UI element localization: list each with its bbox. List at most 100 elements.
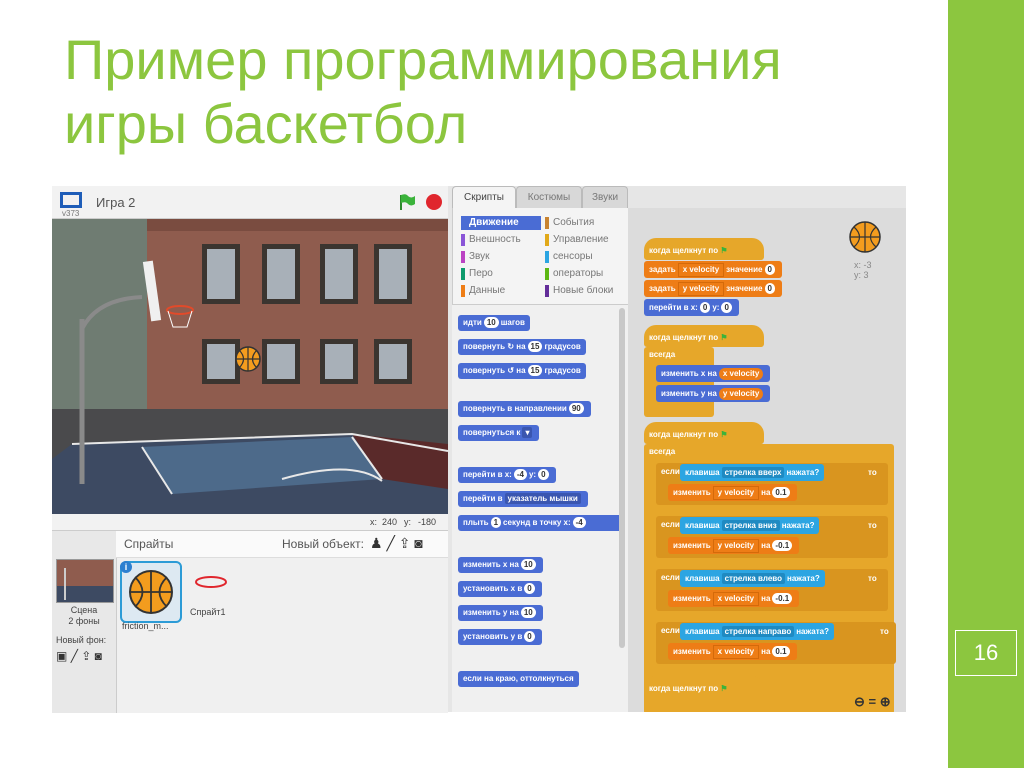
palette-scrollbar[interactable] xyxy=(619,308,625,648)
fullscreen-icon[interactable] xyxy=(60,192,82,208)
category-pen[interactable]: Перо xyxy=(461,267,541,281)
category-data[interactable]: Данные xyxy=(461,284,541,298)
block-input[interactable]: 1 xyxy=(490,517,502,528)
camera-backdrop-icon[interactable]: ◙ xyxy=(95,649,102,663)
when-flag-hat-3[interactable]: когда щелкнут по ⚑ xyxy=(644,422,764,444)
paint-backdrop-icon[interactable]: ▣ xyxy=(56,649,67,663)
block-input[interactable]: 0 xyxy=(764,264,775,275)
variable-reporter[interactable]: y velocity xyxy=(718,388,764,400)
tab-scripts[interactable]: Скрипты xyxy=(452,186,516,209)
block-change-xvel-right[interactable]: изменить x velocity на 0.1 xyxy=(668,643,797,660)
variable-dropdown[interactable]: y velocity xyxy=(712,539,760,553)
upload-sprite-icon[interactable]: ⇪ xyxy=(399,535,411,551)
block-input[interactable]: 0 xyxy=(524,583,535,594)
upload-backdrop-icon[interactable]: ⇪ xyxy=(81,649,91,663)
tab-sounds[interactable]: Звуки xyxy=(582,186,628,209)
block-input[interactable]: 0 xyxy=(524,631,535,642)
category-events[interactable]: События xyxy=(545,216,625,230)
block-change-yvel-down[interactable]: изменить y velocity на -0.1 xyxy=(668,537,800,554)
block-input[interactable]: 15 xyxy=(527,365,543,376)
block-input[interactable]: 10 xyxy=(520,559,536,570)
block-point-direction[interactable]: повернуть в направлении 90 xyxy=(458,401,591,417)
key-dropdown[interactable]: стрелка вверх xyxy=(721,467,785,478)
block-set-xvel[interactable]: задать x velocity значение 0 xyxy=(644,261,782,278)
sprite-ball-card[interactable]: i xyxy=(120,561,182,623)
category-sound[interactable]: Звук xyxy=(461,250,541,264)
block-input[interactable]: 0.1 xyxy=(772,487,790,498)
camera-sprite-icon[interactable]: ◙ xyxy=(414,535,422,551)
block-dropdown[interactable]: указатель мышки xyxy=(504,493,581,504)
block-turn-right[interactable]: повернуть ↻ на 15 градусов xyxy=(458,339,586,355)
block-turn-left[interactable]: повернуть ↺ на 15 градусов xyxy=(458,363,586,379)
forever-loop-1[interactable]: всегда xyxy=(644,347,714,417)
when-flag-hat-1[interactable]: когда щелкнут по ⚑ xyxy=(644,238,764,260)
block-input[interactable]: 10 xyxy=(520,607,536,618)
block-input[interactable]: -0.1 xyxy=(772,593,793,604)
key-dropdown[interactable]: стрелка вниз xyxy=(721,520,780,531)
sensor-key-up[interactable]: клавиша стрелка вверх нажата? xyxy=(680,464,825,481)
zoom-reset-icon[interactable]: = xyxy=(869,694,877,709)
block-input[interactable]: 15 xyxy=(527,341,543,352)
hoop-sprite-icon[interactable] xyxy=(194,575,228,589)
category-motion[interactable]: Движение xyxy=(461,216,541,230)
key-dropdown[interactable]: стрелка влево xyxy=(721,573,785,584)
when-flag-hat-2[interactable]: когда щелкнут по ⚑ xyxy=(644,325,764,347)
block-goto-target[interactable]: перейти в указатель мышки xyxy=(458,491,588,507)
variable-dropdown[interactable]: x velocity xyxy=(712,645,760,659)
library-sprite-icon[interactable]: ♟ xyxy=(370,535,383,551)
block-goto-xy[interactable]: перейти в x: -4 y: 0 xyxy=(458,467,556,483)
block-move-steps[interactable]: идти 10 шагов xyxy=(458,315,530,331)
block-change-x[interactable]: изменить х на 10 xyxy=(458,557,543,573)
green-flag-icon[interactable] xyxy=(398,193,416,211)
block-set-x[interactable]: установить х в0 xyxy=(458,581,542,597)
stop-icon[interactable] xyxy=(426,194,442,210)
category-looks[interactable]: Внешность xyxy=(461,233,541,247)
sensor-key-down[interactable]: клавиша стрелка вниз нажата? xyxy=(680,517,820,534)
block-change-xvel-left[interactable]: изменить x velocity на -0.1 xyxy=(668,590,800,607)
block-set-yvel[interactable]: задать y velocity значение 0 xyxy=(644,280,782,297)
block-dropdown[interactable]: ▾ xyxy=(522,427,533,438)
tab-costumes[interactable]: Костюмы xyxy=(516,186,582,209)
block-input[interactable]: 90 xyxy=(568,403,584,414)
block-bounce[interactable]: если на краю, оттолкнуться xyxy=(458,671,579,687)
category-sensing[interactable]: сенсоры xyxy=(545,250,625,264)
paint-sprite-icon[interactable]: ╱ xyxy=(386,535,394,551)
project-title[interactable]: Игра 2 xyxy=(96,195,135,210)
block-input[interactable]: -4 xyxy=(572,517,586,528)
block-input[interactable]: -0.1 xyxy=(772,540,793,551)
category-operators[interactable]: операторы xyxy=(545,267,625,281)
variable-dropdown[interactable]: y velocity xyxy=(677,282,725,296)
variable-reporter[interactable]: x velocity xyxy=(718,368,764,380)
block-change-y-var[interactable]: изменить у на y velocity xyxy=(656,385,771,402)
block-point-towards[interactable]: повернуться к ▾ xyxy=(458,425,540,441)
scripts-area[interactable]: когда щелкнут по ⚑ задать x velocity значе… xyxy=(628,208,906,712)
sensor-key-right[interactable]: клавиша стрелка направо нажата? xyxy=(680,623,834,640)
block-change-y[interactable]: изменить у на 10 xyxy=(458,605,543,621)
stage-canvas[interactable] xyxy=(52,219,448,514)
key-dropdown[interactable]: стрелка направо xyxy=(721,626,795,637)
info-icon[interactable]: i xyxy=(120,561,132,573)
block-input[interactable]: 0.1 xyxy=(772,646,790,657)
block-input[interactable]: -4 xyxy=(513,469,527,480)
category-control[interactable]: Управление xyxy=(545,233,625,247)
sensor-key-left[interactable]: клавиша стрелка влево нажата? xyxy=(680,570,825,587)
block-input[interactable]: 0 xyxy=(721,302,732,313)
block-input[interactable]: 0 xyxy=(699,302,711,313)
when-flag-hat-4[interactable]: когда щелкнут по ⚑ xyxy=(644,676,764,698)
zoom-in-icon[interactable]: ⊕ xyxy=(880,694,891,709)
variable-dropdown[interactable]: x velocity xyxy=(677,263,725,277)
category-more-blocks[interactable]: Новые блоки xyxy=(545,284,625,298)
zoom-out-icon[interactable]: ⊖ xyxy=(854,694,865,709)
block-change-yvel-up[interactable]: изменить y velocity на 0.1 xyxy=(668,484,797,501)
block-goto-xy-script[interactable]: перейти в x: 0 y: 0 xyxy=(644,299,739,316)
stage-thumbnail[interactable] xyxy=(56,559,114,603)
block-glide[interactable]: плыть 1 секунд в точку x: -4 xyxy=(458,515,622,531)
variable-dropdown[interactable]: y velocity xyxy=(712,486,760,500)
block-set-y[interactable]: установить у в0 xyxy=(458,629,542,645)
block-change-x-var[interactable]: изменить х на x velocity xyxy=(656,365,771,382)
block-input[interactable]: 10 xyxy=(483,317,499,328)
draw-backdrop-icon[interactable]: ╱ xyxy=(71,649,78,663)
block-input[interactable]: 0 xyxy=(538,469,549,480)
block-input[interactable]: 0 xyxy=(764,283,775,294)
variable-dropdown[interactable]: x velocity xyxy=(712,592,760,606)
